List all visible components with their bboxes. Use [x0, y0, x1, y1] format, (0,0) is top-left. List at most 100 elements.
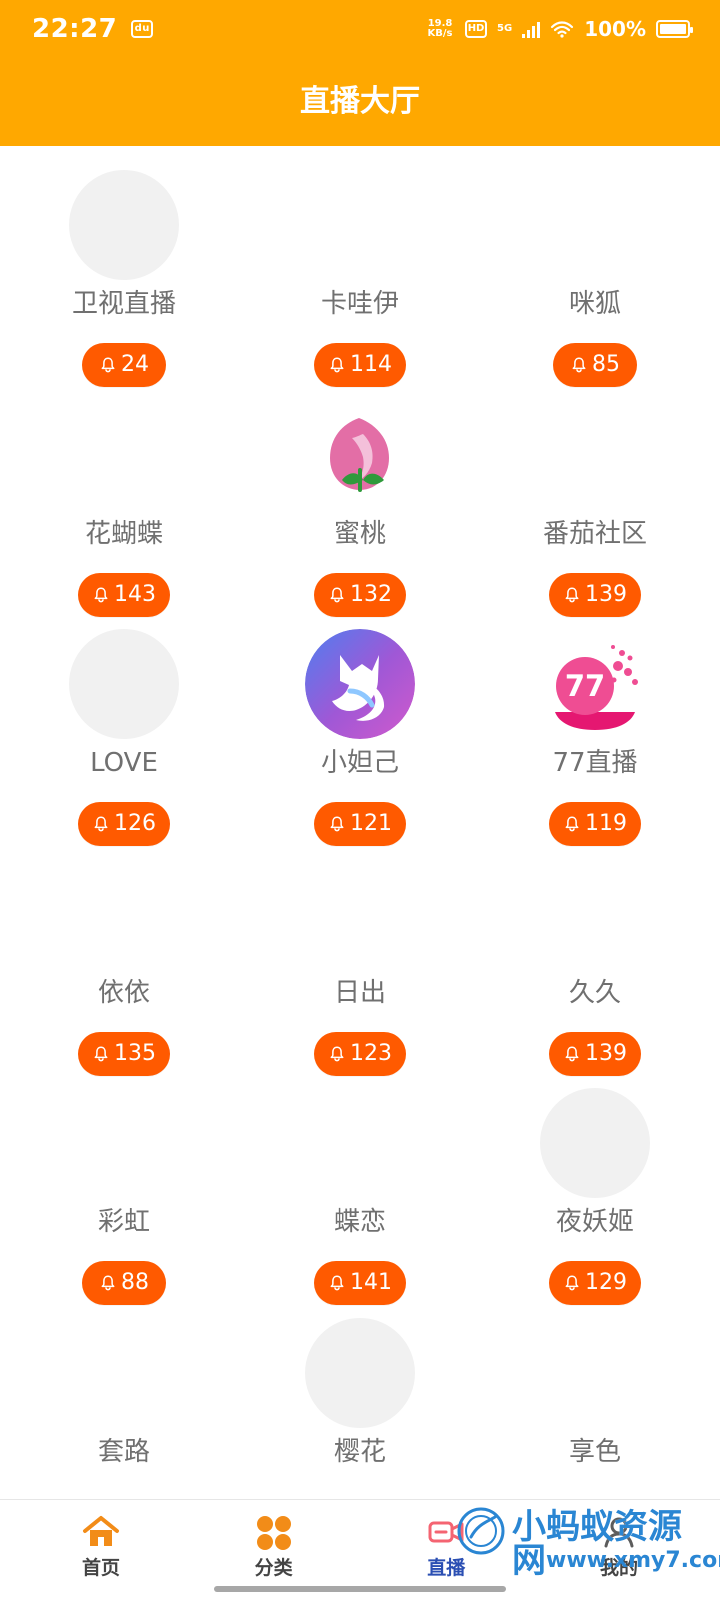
avatar-empty [305, 859, 415, 969]
avatar-empty [540, 400, 650, 510]
avatar-empty [540, 859, 650, 969]
channel-item[interactable]: 日出 123 [270, 835, 450, 1076]
channel-item[interactable]: 77 77直播 119 [505, 605, 685, 846]
home-indicator[interactable] [214, 1586, 506, 1592]
bell-icon [330, 816, 344, 832]
channel-item[interactable]: LOVE 126 [34, 605, 214, 846]
status-bar: 22:27 du 19.8 KB/s HD 5G 100% [0, 0, 720, 58]
channel-name: 夜妖姬 [555, 1207, 634, 1237]
channel-name: 享色 [568, 1437, 621, 1467]
bell-icon [94, 1046, 108, 1062]
nav-label: 直播 [427, 1557, 466, 1579]
channel-name: 花蝴蝶 [84, 519, 163, 549]
avatar-empty [305, 1088, 415, 1198]
bell-icon [101, 1275, 115, 1291]
battery-percent: 100% [584, 17, 646, 41]
channel-name: 77直播 [552, 748, 638, 778]
avatar-empty [69, 1088, 179, 1198]
channel-item[interactable]: 久久 139 [505, 835, 685, 1076]
channel-name: 蜜桃 [333, 519, 386, 549]
nav-item-mine[interactable]: 我的 [544, 1512, 694, 1594]
nav-label: 首页 [81, 1557, 120, 1579]
avatar-placeholder [540, 1088, 650, 1198]
bell-icon [565, 1046, 579, 1062]
bell-icon [565, 1275, 579, 1291]
bell-icon [101, 357, 115, 373]
bell-icon [330, 1046, 344, 1062]
channel-list-container[interactable]: 卫视直播 24 卡哇伊 114 咪狐 85 花蝴蝶 143 蜜桃 132 番茄社区 139 LOVE 12… [0, 146, 720, 1499]
viewer-count: 121 [350, 811, 392, 836]
channel-name: LOVE [90, 748, 158, 778]
channel-name: 套路 [97, 1437, 150, 1467]
channel-grid: 卫视直播 24 卡哇伊 114 咪狐 85 花蝴蝶 143 蜜桃 132 番茄社区 139 LOVE 12… [0, 146, 720, 1499]
channel-item[interactable]: 番茄社区 139 [505, 376, 685, 617]
channel-item[interactable]: 卡哇伊 114 [270, 146, 450, 387]
battery-icon [656, 20, 693, 38]
viewer-count: 88 [121, 1270, 149, 1295]
channel-item[interactable]: 享色 [505, 1294, 685, 1499]
battery-level-fill [660, 24, 686, 34]
top-bar: 22:27 du 19.8 KB/s HD 5G 100% 直播大厅 [0, 0, 720, 146]
bell-icon [330, 587, 344, 603]
channel-item[interactable]: 樱花 [270, 1294, 450, 1499]
viewer-count: 85 [592, 352, 620, 377]
status-right: 19.8 KB/s HD 5G 100% [425, 17, 693, 41]
avatar-empty [69, 400, 179, 510]
notification-icon: du [131, 20, 154, 38]
bell-icon [330, 357, 344, 373]
nav-label: 分类 [254, 1557, 293, 1579]
avatar-placeholder [305, 1318, 415, 1428]
viewer-count: 126 [114, 811, 156, 836]
viewer-count: 139 [585, 582, 627, 607]
channel-item[interactable]: 咪狐 85 [505, 146, 685, 387]
fox-logo-icon [305, 629, 415, 739]
viewer-count: 141 [350, 1270, 392, 1295]
avatar-empty [69, 859, 179, 969]
avatar-placeholder [69, 170, 179, 280]
profile-icon [604, 1517, 634, 1548]
channel-item[interactable]: 依依 135 [34, 835, 214, 1076]
bottom-navigation: 首页 分类 直播 我的 [0, 1499, 720, 1600]
channel-name: 久久 [568, 978, 621, 1008]
viewer-count: 139 [585, 1041, 627, 1066]
bell-icon [94, 587, 108, 603]
bell-icon [330, 1275, 344, 1291]
svg-text:77: 77 [565, 669, 605, 703]
channel-name: 樱花 [333, 1437, 386, 1467]
grid-icon [256, 1516, 291, 1550]
channel-name: 咪狐 [568, 289, 621, 319]
viewer-count: 119 [585, 811, 627, 836]
viewer-count: 123 [350, 1041, 392, 1066]
channel-name: 番茄社区 [542, 519, 647, 549]
avatar-placeholder [69, 629, 179, 739]
viewer-count: 135 [114, 1041, 156, 1066]
nav-label: 我的 [599, 1557, 638, 1579]
channel-name: 蝶恋 [333, 1207, 386, 1237]
status-time: 22:27 [32, 14, 118, 44]
status-left: 22:27 du [32, 14, 154, 44]
channel-item[interactable]: 小妲己 121 [270, 605, 450, 846]
seventyseven-logo-icon: 77 [540, 629, 650, 739]
channel-item[interactable]: 套路 [34, 1294, 214, 1499]
viewer-count: 132 [350, 582, 392, 607]
bell-icon [572, 357, 586, 373]
viewer-count: 129 [585, 1270, 627, 1295]
nav-item-category[interactable]: 分类 [199, 1512, 349, 1594]
channel-item[interactable]: 卫视直播 24 [34, 146, 214, 387]
viewer-count: 143 [114, 582, 156, 607]
channel-item[interactable]: 花蝴蝶 143 [34, 376, 214, 617]
viewer-count: 114 [350, 352, 392, 377]
bell-icon [565, 587, 579, 603]
network-type: 5G [497, 23, 513, 34]
channel-item[interactable]: 夜妖姬 129 [505, 1064, 685, 1305]
wifi-icon [551, 21, 574, 38]
channel-item[interactable]: 彩虹 88 [34, 1064, 214, 1305]
channel-name: 依依 [97, 978, 150, 1008]
nav-item-live[interactable]: 直播 [371, 1512, 521, 1594]
nav-item-home[interactable]: 首页 [26, 1512, 176, 1594]
channel-item[interactable]: 蝶恋 141 [270, 1064, 450, 1305]
channel-name: 卫视直播 [71, 289, 176, 319]
live-camera-icon [428, 1521, 464, 1543]
channel-item[interactable]: 蜜桃 132 [270, 376, 450, 617]
network-speed: 19.8 KB/s [427, 18, 453, 39]
